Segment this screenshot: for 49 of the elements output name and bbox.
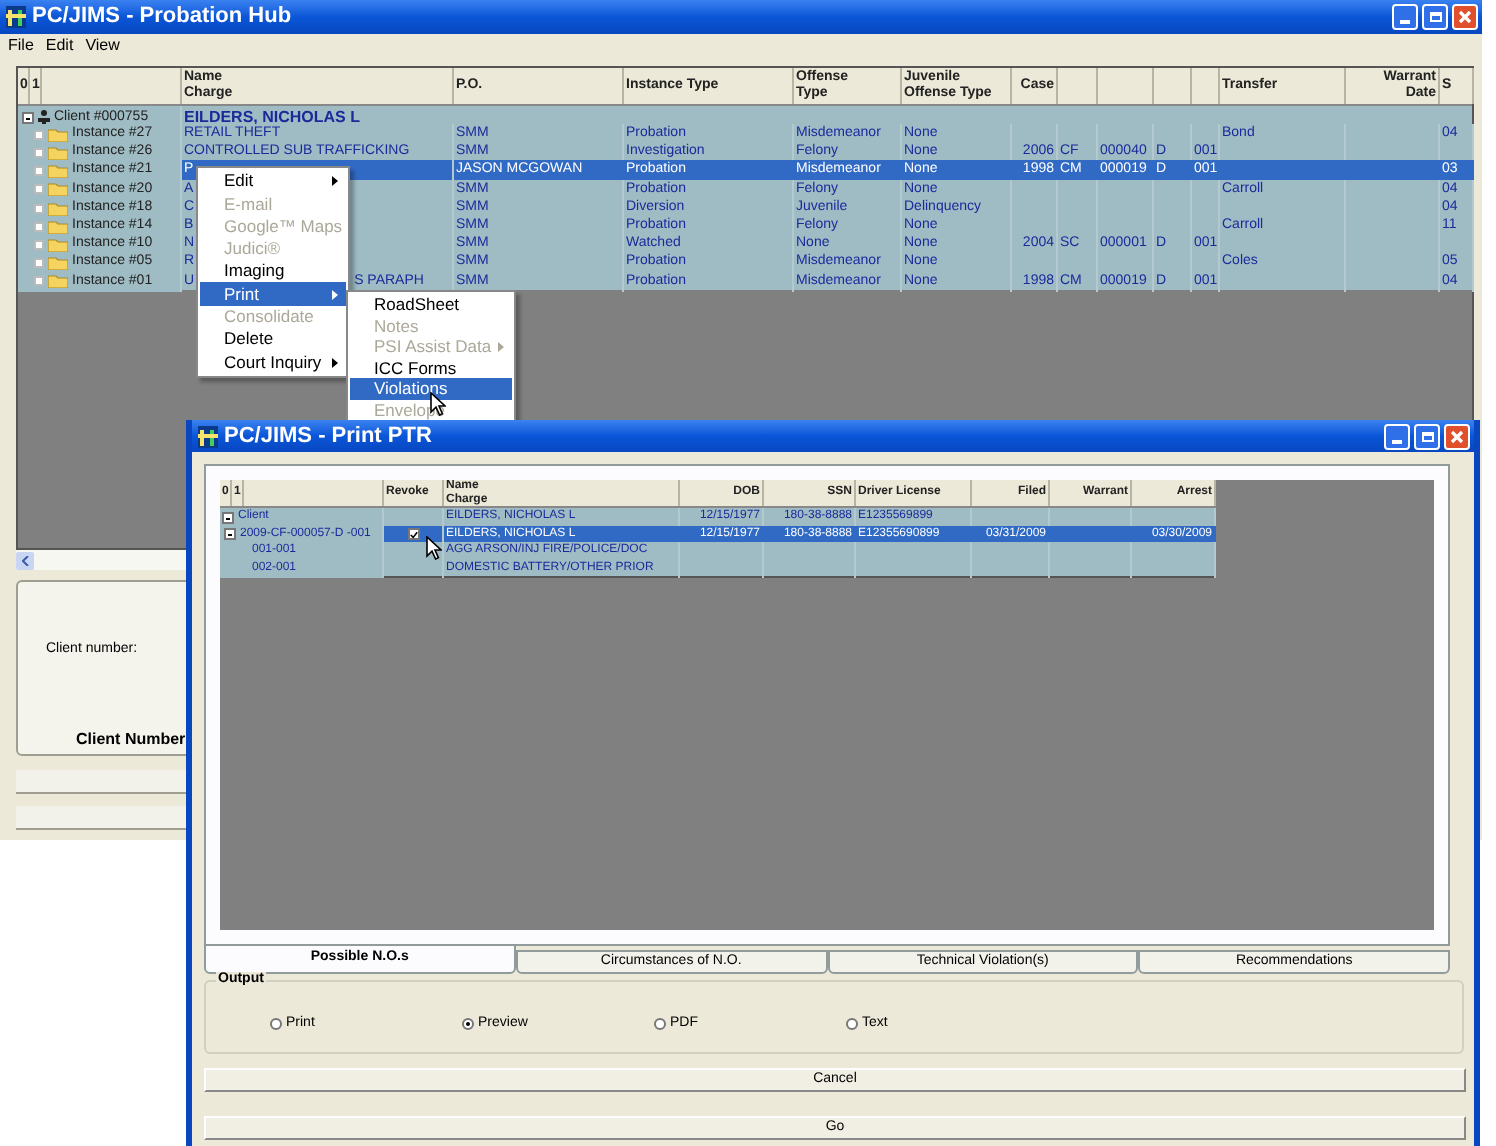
close-icon xyxy=(1450,429,1464,443)
menu-item[interactable]: Court Inquiry xyxy=(200,350,346,374)
window-title: PC/JIMS - Probation Hub xyxy=(32,2,294,33)
submenu-arrow-icon xyxy=(498,341,504,352)
collapse-icon[interactable] xyxy=(222,511,234,523)
checkbox[interactable] xyxy=(34,184,44,195)
menu-bar-item[interactable]: Edit xyxy=(45,33,74,57)
menu-item[interactable]: Delete xyxy=(200,328,346,351)
menu-item[interactable]: Violations xyxy=(350,378,512,400)
checkbox[interactable] xyxy=(34,239,44,250)
panel-tab[interactable]: Client Number xyxy=(76,728,186,752)
scroll-left-button[interactable] xyxy=(16,551,34,569)
minimize-button[interactable] xyxy=(1384,423,1410,449)
radio-button[interactable] xyxy=(654,1018,666,1031)
menu-item[interactable]: ICC Forms xyxy=(350,357,512,379)
window-title: PC/JIMS - Print PTR xyxy=(224,421,434,452)
close-button[interactable] xyxy=(1444,423,1470,449)
collapse-icon[interactable] xyxy=(224,528,236,540)
checkbox[interactable] xyxy=(34,258,44,269)
minimize-button[interactable] xyxy=(1392,4,1418,30)
restore-button[interactable] xyxy=(1414,423,1440,449)
radio-button[interactable] xyxy=(270,1018,282,1031)
checkbox[interactable] xyxy=(34,129,44,140)
app-icon xyxy=(6,6,26,28)
revoke-checkbox[interactable] xyxy=(407,528,419,540)
client-name: EILDERS, NICHOLAS L xyxy=(184,106,361,126)
radio-button[interactable] xyxy=(462,1018,474,1031)
cursor-icon xyxy=(426,536,442,560)
menu-item[interactable]: Imaging xyxy=(200,260,346,283)
submenu-arrow-icon xyxy=(332,176,338,187)
close-button[interactable] xyxy=(1452,4,1478,30)
close-icon xyxy=(1458,10,1472,24)
checkbox[interactable] xyxy=(34,166,44,177)
radio-button[interactable] xyxy=(846,1018,858,1031)
collapse-icon[interactable] xyxy=(22,112,34,124)
app-icon xyxy=(198,425,218,447)
menu-item[interactable]: Print xyxy=(200,282,346,306)
menu-bar-item[interactable]: File xyxy=(8,33,34,57)
menu-bar-item[interactable]: View xyxy=(85,33,120,57)
submenu-arrow-icon xyxy=(332,289,338,300)
menu-item[interactable]: Edit xyxy=(200,170,346,193)
checkbox[interactable] xyxy=(34,147,44,158)
person-icon xyxy=(38,110,50,126)
checkbox[interactable] xyxy=(34,203,44,213)
submenu-arrow-icon xyxy=(332,357,338,368)
restore-button[interactable] xyxy=(1422,4,1448,30)
checkbox[interactable] xyxy=(34,276,44,287)
checkbox[interactable] xyxy=(34,221,44,232)
menu-item[interactable]: RoadSheet xyxy=(350,294,512,316)
